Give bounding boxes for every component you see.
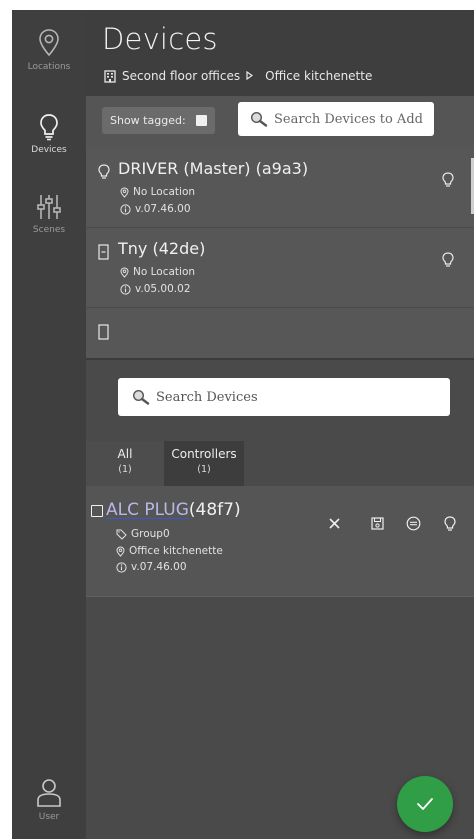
list-item[interactable]: Tny (42de) No Location v.05.00.02 bbox=[86, 228, 474, 308]
save-device-button[interactable] bbox=[367, 513, 387, 533]
selected-device-row: ALC PLUG(48f7) Group0 Office kitchenette… bbox=[86, 486, 474, 597]
location-pin-icon bbox=[120, 266, 129, 278]
selected-device-name: ALC PLUG(48f7) bbox=[106, 500, 241, 520]
sidebar-item-label: Devices bbox=[31, 145, 67, 155]
building-icon bbox=[104, 69, 116, 83]
device-location-text: No Location bbox=[133, 266, 196, 278]
tab-count: (1) bbox=[197, 464, 211, 475]
search-devices-input[interactable]: Search Devices bbox=[118, 378, 450, 416]
device-version-text: v.07.46.00 bbox=[135, 203, 191, 215]
device-location: Office kitchenette bbox=[116, 545, 223, 557]
device-location: No Location bbox=[120, 266, 195, 278]
tag-icon bbox=[116, 529, 127, 540]
search-devices-to-add-input[interactable]: Search Devices to Add bbox=[238, 102, 434, 136]
list-item[interactable]: DRIVER (Master) (a9a3) No Location v.07.… bbox=[86, 148, 474, 228]
location-pin-icon bbox=[116, 545, 125, 557]
device-select-checkbox[interactable] bbox=[91, 505, 103, 517]
sidebar-item-scenes[interactable]: Scenes bbox=[12, 193, 86, 235]
search-devices-placeholder: Search Devices bbox=[156, 389, 258, 405]
search-icon bbox=[132, 389, 150, 405]
save-icon bbox=[370, 516, 384, 530]
breadcrumb: Second floor offices Office kitchenette bbox=[104, 68, 372, 84]
location-pin-icon bbox=[39, 29, 59, 57]
info-icon bbox=[120, 203, 131, 215]
device-location-text: Office kitchenette bbox=[129, 545, 223, 557]
show-tagged-toggle[interactable]: Show tagged: bbox=[102, 107, 215, 134]
device-group-text: Group0 bbox=[131, 528, 170, 540]
unlink-device-button[interactable] bbox=[403, 513, 423, 533]
checkmark-icon bbox=[417, 798, 433, 810]
switch-icon bbox=[98, 244, 109, 260]
search-add-placeholder: Search Devices to Add bbox=[274, 111, 423, 127]
tab-label: All bbox=[117, 447, 133, 461]
sidebar-item-label: User bbox=[38, 812, 60, 822]
show-tagged-label: Show tagged: bbox=[110, 114, 186, 127]
page-header: Devices Second floor offices Office kitc… bbox=[86, 10, 474, 96]
info-icon bbox=[116, 561, 127, 573]
device-version-text: v.05.00.02 bbox=[135, 283, 191, 295]
minus-circle-icon bbox=[406, 516, 420, 530]
identify-device-button[interactable] bbox=[440, 513, 460, 533]
sidebar-item-locations[interactable]: Locations bbox=[12, 28, 86, 72]
device-name-link[interactable]: ALC PLUG bbox=[106, 500, 189, 520]
tab-all[interactable]: All (1) bbox=[86, 441, 164, 486]
device-group: Group0 bbox=[116, 528, 170, 540]
location-pin-icon bbox=[120, 186, 129, 198]
breadcrumb-separator-icon bbox=[246, 69, 259, 83]
device-toolbar: Show tagged: Search Devices to Add bbox=[86, 96, 474, 148]
identify-bulb-icon[interactable] bbox=[442, 252, 454, 267]
identify-bulb-icon[interactable] bbox=[442, 172, 454, 187]
show-tagged-checkbox[interactable] bbox=[195, 115, 207, 126]
sidebar-item-user[interactable]: User bbox=[12, 778, 86, 822]
app-window: Locations Devices Scenes User Devices Se… bbox=[12, 10, 474, 839]
device-location: No Location bbox=[120, 186, 195, 198]
sidebar-item-label: Locations bbox=[27, 62, 71, 72]
tab-count: (1) bbox=[118, 464, 132, 475]
sidebar-item-devices[interactable]: Devices bbox=[12, 113, 86, 155]
sliders-icon bbox=[37, 195, 61, 219]
page-title: Devices bbox=[102, 22, 218, 56]
breadcrumb-item[interactable]: Office kitchenette bbox=[265, 69, 372, 83]
device-list[interactable]: DRIVER (Master) (a9a3) No Location v.07.… bbox=[86, 148, 474, 358]
confirm-button[interactable] bbox=[397, 776, 453, 832]
tab-controllers[interactable]: Controllers (1) bbox=[164, 441, 244, 486]
lightbulb-icon bbox=[98, 164, 110, 179]
close-icon bbox=[328, 517, 340, 529]
device-version-text: v.07.46.00 bbox=[131, 561, 187, 573]
device-id: (48f7) bbox=[188, 500, 241, 520]
lightbulb-icon bbox=[444, 515, 456, 531]
info-icon bbox=[120, 283, 131, 295]
sidebar-item-label: Scenes bbox=[32, 225, 66, 235]
device-version: v.07.46.00 bbox=[116, 561, 187, 573]
tab-label: Controllers bbox=[171, 447, 237, 461]
search-icon bbox=[250, 111, 268, 127]
device-location-text: No Location bbox=[133, 186, 196, 198]
section-divider bbox=[86, 358, 474, 360]
sidebar: Locations Devices Scenes User bbox=[12, 10, 86, 839]
device-version: v.07.46.00 bbox=[120, 203, 191, 215]
list-item-partial[interactable] bbox=[86, 308, 474, 348]
remove-device-button[interactable] bbox=[324, 513, 344, 533]
lightbulb-icon bbox=[40, 114, 58, 141]
device-name: Tny (42de) bbox=[118, 239, 206, 258]
device-name: DRIVER (Master) (a9a3) bbox=[118, 159, 309, 178]
user-icon bbox=[37, 779, 61, 807]
device-version: v.05.00.02 bbox=[120, 283, 191, 295]
breadcrumb-item[interactable]: Second floor offices bbox=[122, 69, 240, 83]
switch-icon bbox=[98, 324, 109, 340]
